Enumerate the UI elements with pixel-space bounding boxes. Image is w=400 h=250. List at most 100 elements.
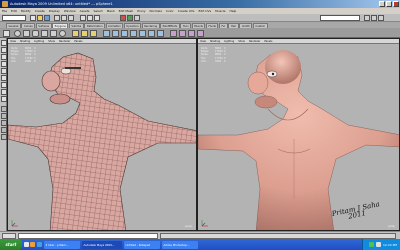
start-button[interactable]: start <box>0 239 22 250</box>
show-desktop-icon[interactable] <box>23 242 29 247</box>
extract-icon[interactable] <box>90 30 97 37</box>
cylindrical-map-icon[interactable] <box>188 30 195 37</box>
layout-two-icon[interactable] <box>0 120 7 126</box>
task-button-maya[interactable]: Autodesk Maya 2009... <box>81 240 122 249</box>
new-scene-icon[interactable] <box>30 15 36 21</box>
character-eyebrow <box>65 67 81 69</box>
layout-four-icon[interactable] <box>0 113 7 119</box>
uv-editor-icon[interactable] <box>170 30 177 37</box>
soft-mod-icon[interactable] <box>0 89 7 95</box>
select-tool-icon[interactable] <box>0 40 7 46</box>
poly-cube-icon[interactable] <box>23 30 30 37</box>
menu-edit-mesh[interactable]: Edit Mesh <box>119 9 134 13</box>
taskbar: start 3 Inter - pritam... Autodesk Maya … <box>0 239 400 250</box>
task-button[interactable]: Adobe Photoshop... <box>161 240 198 249</box>
menu-mesh[interactable]: Mesh <box>107 9 115 13</box>
menu-select[interactable]: Select <box>93 9 102 13</box>
poly-plane-icon[interactable] <box>50 30 57 37</box>
viewport-left[interactable]: View Shading Lighting Show Renderer Pane… <box>7 38 197 231</box>
render-icon[interactable] <box>120 15 126 21</box>
shelf-menu-icon[interactable] <box>3 30 10 37</box>
append-polygon-icon[interactable] <box>130 30 137 37</box>
clock[interactable]: 12:24 PM <box>383 243 397 247</box>
ipr-render-icon[interactable] <box>127 15 133 21</box>
window-title: Autodesk Maya 2009 Unlimited x64: untitl… <box>10 2 113 6</box>
select-component-icon[interactable] <box>68 15 74 21</box>
paint-select-icon[interactable] <box>0 54 7 60</box>
extrude-icon[interactable] <box>112 30 119 37</box>
move-tool-icon[interactable] <box>0 61 7 67</box>
tool-settings-icon[interactable] <box>378 15 384 21</box>
lasso-tool-icon[interactable] <box>0 47 7 53</box>
bevel-icon[interactable] <box>157 30 164 37</box>
network-icon[interactable] <box>368 242 374 247</box>
menu-file[interactable]: File <box>2 9 7 13</box>
rotate-tool-icon[interactable] <box>0 68 7 74</box>
split-polygon-icon[interactable] <box>139 30 146 37</box>
bridge-icon[interactable] <box>121 30 128 37</box>
snap-curve-icon[interactable] <box>87 15 93 21</box>
menu-create[interactable]: Create <box>35 9 45 13</box>
select-hierarchy-icon[interactable] <box>54 15 60 21</box>
camera-label: persp <box>184 225 192 228</box>
smooth-icon[interactable] <box>103 30 110 37</box>
save-scene-icon[interactable] <box>44 15 50 21</box>
title-bar: Autodesk Maya 2009 Unlimited x64: untitl… <box>0 0 400 8</box>
snap-point-icon[interactable] <box>94 15 100 21</box>
combine-icon[interactable] <box>72 30 79 37</box>
poly-cylinder-icon[interactable] <box>32 30 39 37</box>
view-axis-indicator <box>11 220 18 227</box>
menu-muscle[interactable]: Muscle <box>215 9 225 13</box>
menu-edit-uvs[interactable]: Edit UVs <box>199 9 212 13</box>
menu-edit[interactable]: Edit <box>11 9 17 13</box>
firefox-icon[interactable] <box>30 242 35 247</box>
poly-sphere-icon[interactable] <box>14 30 21 37</box>
menu-create-uvs[interactable]: Create UVs <box>178 9 195 13</box>
menuset-dropdown[interactable] <box>2 15 26 21</box>
open-scene-icon[interactable] <box>37 15 43 21</box>
shelf-icons <box>0 28 400 38</box>
maya-app-icon <box>2 1 8 7</box>
scale-tool-icon[interactable] <box>0 75 7 81</box>
separate-icon[interactable] <box>81 30 88 37</box>
task-button[interactable]: Untitled - Notepad <box>123 240 160 249</box>
character-lips <box>254 95 278 109</box>
snap-grid-icon[interactable] <box>80 15 86 21</box>
viewport-right[interactable]: View Shading Lighting Show Renderer Pane… <box>197 38 400 231</box>
spherical-map-icon[interactable] <box>197 30 204 37</box>
menu-display[interactable]: Display <box>49 9 60 13</box>
insert-edge-loop-icon[interactable] <box>148 30 155 37</box>
task-button[interactable]: 3 Inter - pritam... <box>43 240 80 249</box>
menu-assets[interactable]: Assets <box>80 9 90 13</box>
attribute-editor-icon[interactable] <box>364 15 370 21</box>
planar-map-icon[interactable] <box>179 30 186 37</box>
poly-cone-icon[interactable] <box>41 30 48 37</box>
layout-outliner-icon[interactable] <box>0 127 7 133</box>
character-wireframe-model <box>8 52 196 230</box>
menu-color[interactable]: Color <box>166 9 174 13</box>
maximize-button[interactable] <box>386 1 392 7</box>
close-button[interactable] <box>393 1 399 7</box>
menu-window[interactable]: Window <box>64 9 76 13</box>
layout-single-icon[interactable] <box>0 106 7 112</box>
view-axis-indicator <box>201 220 208 227</box>
select-object-icon[interactable] <box>61 15 67 21</box>
ie-icon[interactable] <box>36 242 42 247</box>
system-tray: 12:24 PM <box>362 239 400 250</box>
menu-proxy[interactable]: Proxy <box>137 9 145 13</box>
menu-normals[interactable]: Normals <box>150 9 162 13</box>
channel-box-icon[interactable] <box>371 15 377 21</box>
poly-torus-icon[interactable] <box>59 30 66 37</box>
universal-manip-icon[interactable] <box>0 82 7 88</box>
menu-modify[interactable]: Modify <box>21 9 31 13</box>
status-line-toolbar <box>0 14 400 22</box>
minimize-button[interactable] <box>379 1 385 7</box>
render-settings-icon[interactable] <box>134 15 140 21</box>
layout-graph-icon[interactable] <box>0 134 7 140</box>
camera-label: persp <box>387 225 395 228</box>
volume-icon[interactable] <box>376 242 381 247</box>
menu-help[interactable]: Help <box>229 9 236 13</box>
show-manip-icon[interactable] <box>0 96 7 102</box>
command-line <box>0 231 400 239</box>
input-line-field[interactable] <box>320 15 360 21</box>
